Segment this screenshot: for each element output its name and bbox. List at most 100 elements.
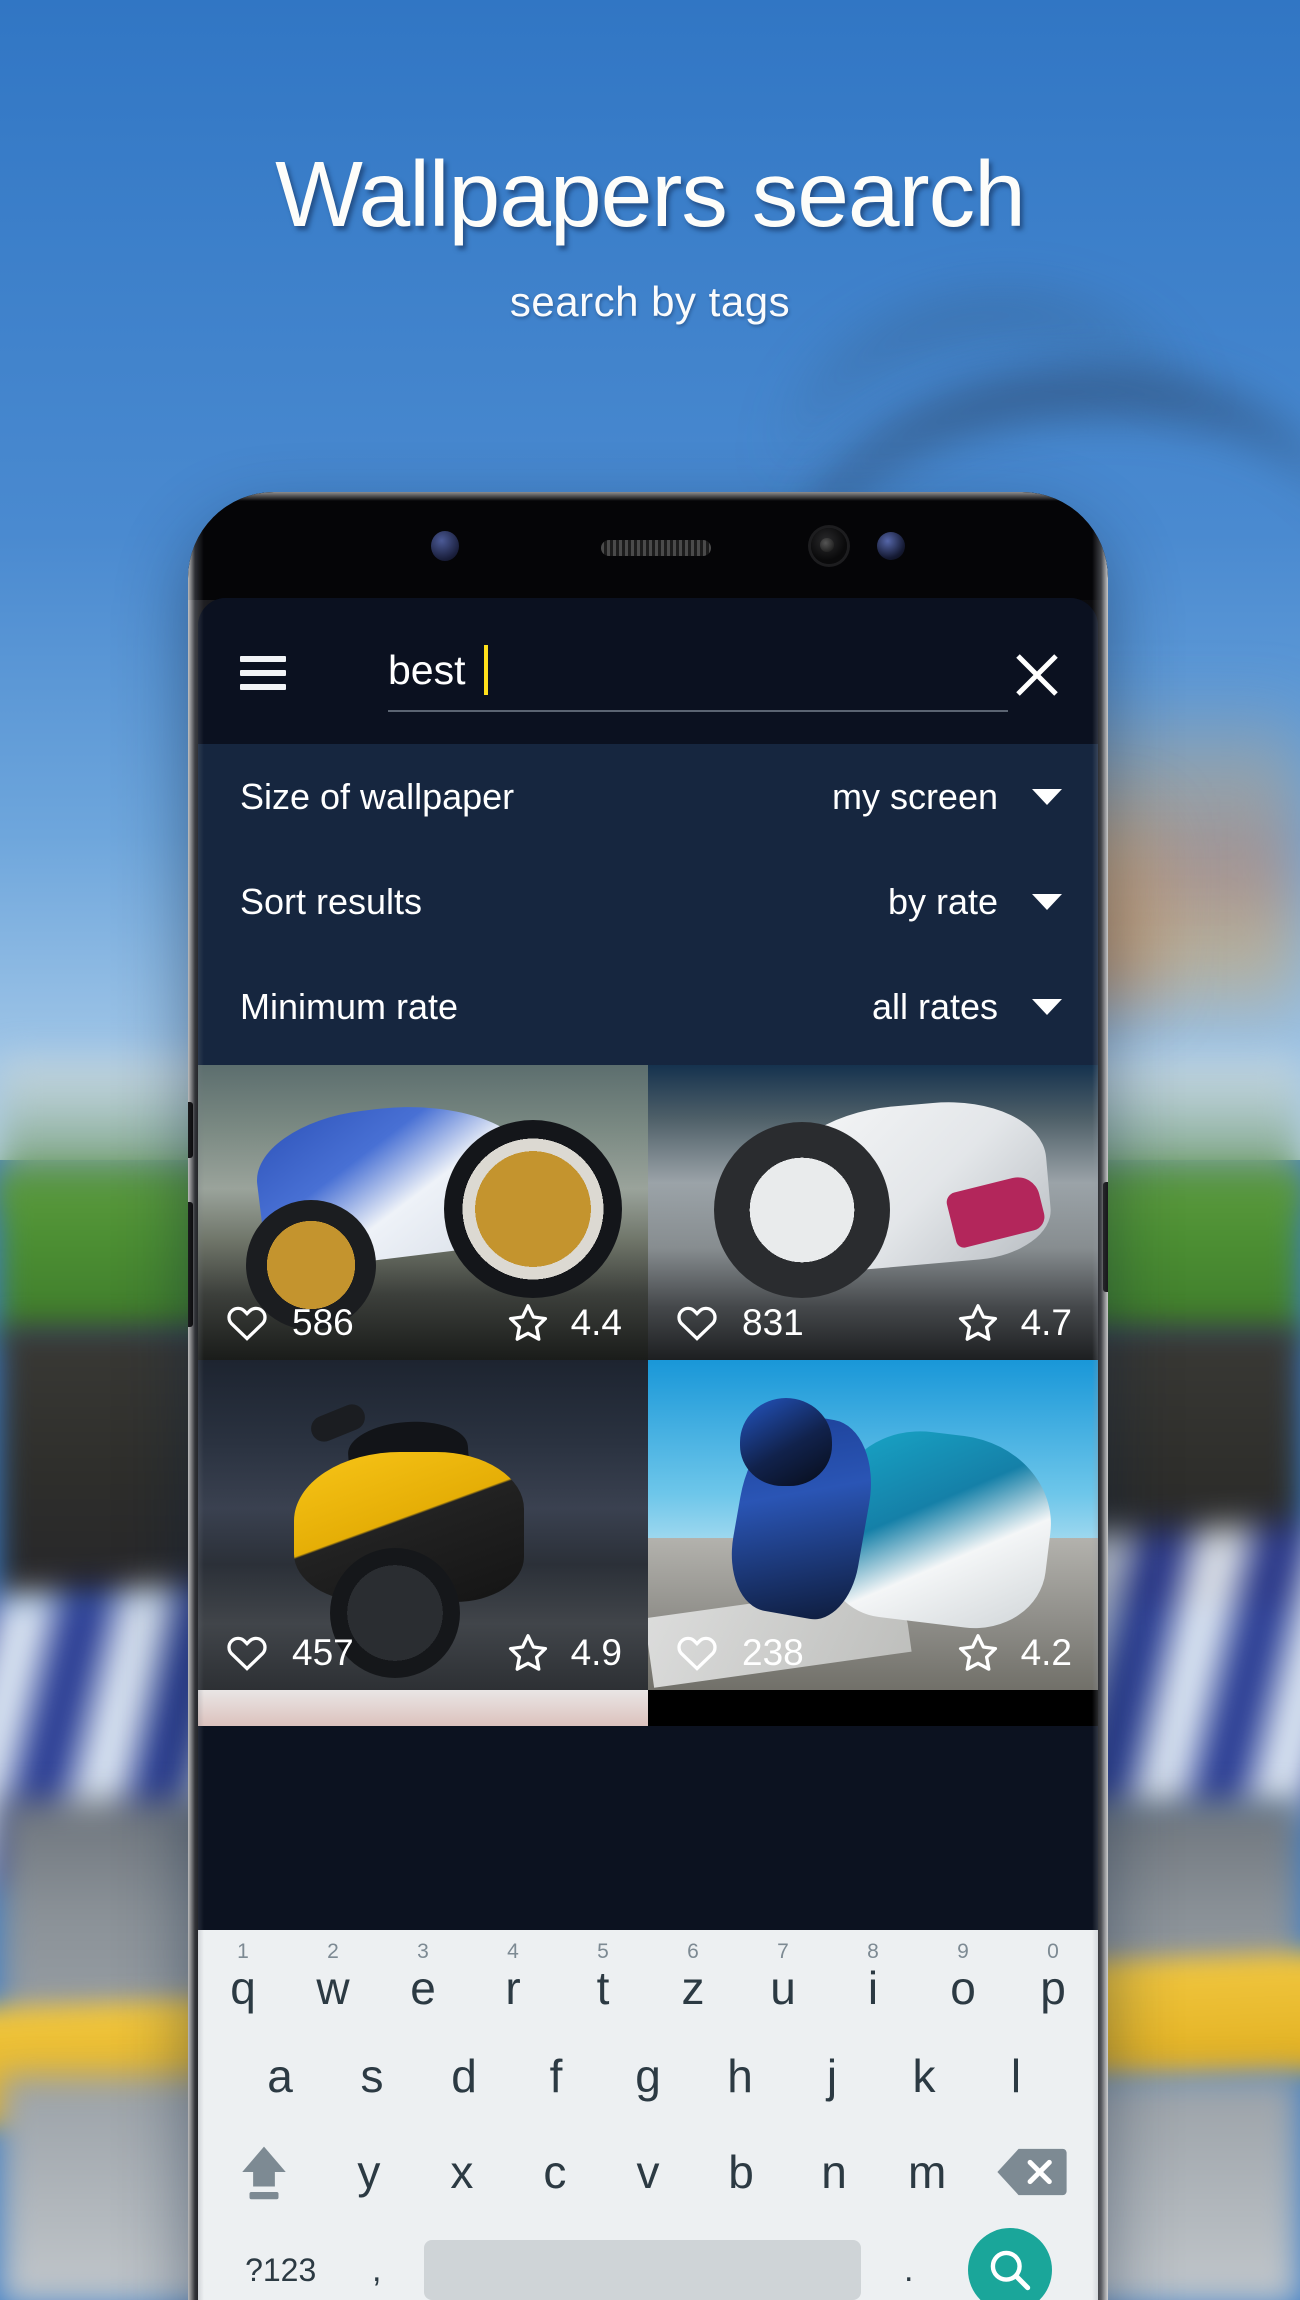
bixby-button[interactable] [188,1202,193,1327]
space-key[interactable] [424,2240,862,2300]
key-j[interactable]: j [786,2028,878,2124]
power-button[interactable] [1103,1182,1108,1292]
key-x[interactable]: x [415,2124,508,2220]
wallpaper-thumbnail[interactable] [648,1690,1098,1726]
key-label: m [907,2146,947,2198]
key-label: w [316,1962,350,2014]
key-w[interactable]: 2w [288,1934,378,2028]
key-k[interactable]: k [878,2028,970,2124]
wallpaper-card[interactable]: 586 4.4 [198,1065,648,1360]
filter-label: Sort results [240,880,423,922]
key-number: 9 [957,1940,969,1963]
key-label: e [410,1962,436,2014]
symbols-key[interactable]: ?123 [222,2252,339,2289]
filter-value: my screen [831,775,998,817]
key-t[interactable]: 5t [558,1934,648,2028]
wallpaper-card[interactable]: 238 4.2 [648,1360,1098,1690]
rating-value: 4.4 [570,1302,622,1343]
key-f[interactable]: f [510,2028,602,2124]
earpiece-speaker-icon [601,540,711,556]
iris-scanner-icon [811,528,847,564]
wallpaper-meta: 238 4.2 [648,1616,1098,1690]
key-number: 8 [867,1940,879,1963]
keyboard-row-1: 1q 2w 3e 4r 5t 6z 7u 8i 9o 0p [198,1930,1098,2028]
filter-row-size-of-wallpaper[interactable]: Size of wallpaper my screen [198,744,1098,849]
key-b[interactable]: b [695,2124,788,2220]
key-o[interactable]: 9o [918,1934,1008,2028]
chevron-down-icon[interactable] [1032,788,1062,805]
key-l[interactable]: l [970,2028,1062,2124]
chevron-down-icon[interactable] [1032,893,1062,910]
bike-front-wheel [444,1120,622,1298]
key-number: 5 [597,1940,609,1963]
search-magnifier-icon[interactable] [968,2228,1052,2300]
star-icon [958,1304,997,1341]
key-q[interactable]: 1q [198,1934,288,2028]
proximity-sensor-icon [431,531,459,561]
key-a[interactable]: a [234,2028,326,2124]
wallpaper-card[interactable]: 831 4.7 [648,1065,1098,1360]
keyboard-search-button[interactable] [946,2228,1074,2300]
volume-button[interactable] [188,1102,193,1158]
key-s[interactable]: s [326,2028,418,2124]
key-label: d [451,2050,477,2102]
shift-arrow-icon[interactable] [206,2124,322,2220]
wallpaper-meta: 831 4.7 [648,1286,1098,1360]
heart-icon [677,1636,717,1671]
heart-icon [677,1306,717,1341]
wallpaper-card[interactable]: 457 4.9 [198,1360,648,1690]
key-g[interactable]: g [602,2028,694,2124]
key-r[interactable]: 4r [468,1934,558,2028]
key-label: c [543,2146,567,2198]
star-icon [508,1634,547,1671]
hamburger-menu-icon[interactable] [240,656,286,690]
page-title: Wallpapers search [275,142,1026,246]
key-number: 0 [1047,1940,1059,1963]
key-label: n [821,2146,847,2198]
key-i[interactable]: 8i [828,1934,918,2028]
key-y[interactable]: y [322,2124,415,2220]
key-number: 6 [687,1940,699,1963]
key-label: g [635,2050,661,2102]
key-number: 7 [777,1940,789,1963]
key-z[interactable]: 6z [648,1934,738,2028]
comma-key[interactable]: , [339,2251,414,2290]
key-label: i [867,1962,879,2014]
key-p[interactable]: 0p [1008,1934,1098,2028]
key-e[interactable]: 3e [378,1934,468,2028]
text-caret [483,645,488,695]
key-v[interactable]: v [601,2124,694,2220]
key-label: k [912,2050,936,2102]
keyboard-row-3: y x c v b n m [198,2124,1098,2220]
key-label: f [549,2050,563,2102]
wallpaper-grid: 586 4.4 831 4.7 457 4.9 238 4.2 [198,1065,1098,1726]
filter-value: by rate [887,880,998,922]
key-u[interactable]: 7u [738,1934,828,2028]
key-label: p [1040,1962,1066,2014]
like-count: 457 [292,1632,354,1673]
key-d[interactable]: d [418,2028,510,2124]
star-icon [508,1304,547,1341]
search-input-value: best [388,646,466,693]
filter-value: all rates [871,985,998,1027]
period-key[interactable]: . [871,2251,946,2290]
rating-value: 4.2 [1020,1632,1072,1673]
filter-row-minimum-rate[interactable]: Minimum rate all rates [198,954,1098,1059]
key-c[interactable]: c [508,2124,601,2220]
key-label: x [450,2146,474,2198]
key-n[interactable]: n [788,2124,881,2220]
like-count: 238 [742,1632,804,1673]
key-h[interactable]: h [694,2028,786,2124]
backspace-icon[interactable] [974,2124,1090,2220]
wallpaper-thumbnail[interactable] [198,1690,648,1726]
key-label: v [636,2146,660,2198]
search-input[interactable]: best [388,630,1008,712]
chevron-down-icon[interactable] [1032,998,1062,1015]
filter-label: Minimum rate [240,985,459,1027]
filter-row-sort-results[interactable]: Sort results by rate [198,849,1098,954]
front-camera-icon [877,532,905,560]
star-icon [958,1634,997,1671]
key-m[interactable]: m [881,2124,974,2220]
close-x-icon[interactable] [1012,650,1062,700]
filter-panel: Size of wallpaper my screen Sort results… [198,744,1098,1065]
